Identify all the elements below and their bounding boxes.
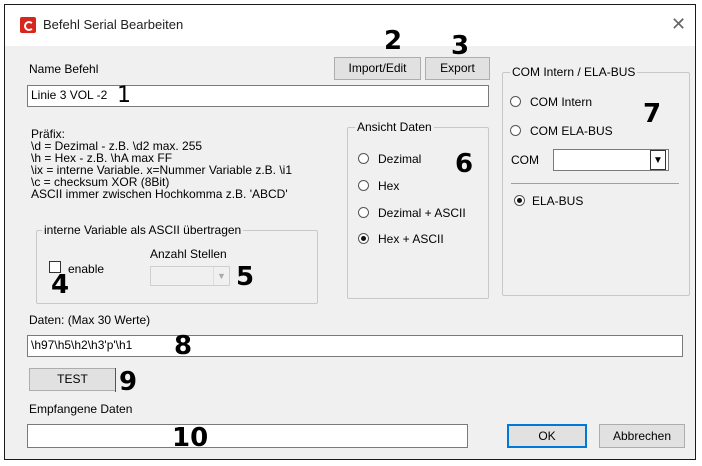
radio-com-intern-label: COM Intern [530,95,593,109]
radio-hex-ascii-label: Hex + ASCII [378,232,444,246]
title-bar: Befehl Serial Bearbeiten ✕ [4,4,696,46]
radio-ela-bus-label: ELA-BUS [532,194,584,208]
received-label: Empfangene Daten [29,402,133,416]
radio-dezimal-ascii[interactable] [358,207,369,218]
digits-combo[interactable]: ▼ [150,266,230,286]
divider [511,183,679,184]
divider [115,368,116,392]
radio-com-ela-bus[interactable] [510,125,521,136]
radio-dezimal-ascii-label: Dezimal + ASCII [378,206,466,220]
com-port-select[interactable]: ▼ [553,149,669,171]
view-group-label: Ansicht Daten [355,120,434,134]
annotation-2: 2 [384,26,403,56]
radio-hex-label: Hex [378,179,400,193]
enable-label: enable [68,262,105,276]
annotation-10: 10 [172,423,209,453]
annotation-6: 6 [455,149,474,179]
chevron-down-icon[interactable]: ▼ [213,267,229,285]
data-label: Daten: (Max 30 Werte) [29,313,151,327]
digits-label: Anzahl Stellen [150,247,227,261]
radio-hex[interactable] [358,180,369,191]
annotation-5: 5 [236,262,255,292]
radio-hex-ascii[interactable] [358,233,369,244]
annotation-3: 3 [451,31,470,61]
import-edit-button[interactable]: Import/Edit [334,57,421,80]
radio-com-ela-bus-label: COM ELA-BUS [530,124,613,138]
radio-ela-bus[interactable] [514,195,525,206]
annotation-4: 4 [51,270,70,300]
ok-button[interactable]: OK [507,424,587,448]
radio-dezimal[interactable] [358,153,369,164]
received-input[interactable] [27,424,468,448]
radio-dezimal-label: Dezimal [378,152,422,166]
help-line: ASCII immer zwischen Hochkomma z.B. 'ABC… [31,187,288,201]
com-label: COM [511,153,539,167]
chevron-down-icon[interactable]: ▼ [650,150,666,170]
annotation-1: 1 [117,83,131,108]
annotation-7: 7 [643,99,662,129]
app-icon [20,17,36,33]
intern-var-group-label: interne Variable als ASCII übertragen [42,223,244,237]
annotation-9: 9 [119,367,138,397]
data-input[interactable]: \h97\h5\h2\h3'p'\h1 [27,335,683,357]
prefix-help-text: Präfix: \d = Dezimal - z.B. \d2 max. 255… [31,128,292,200]
window-title: Befehl Serial Bearbeiten [43,17,184,32]
com-group-label: COM Intern / ELA-BUS [510,65,638,79]
name-label: Name Befehl [29,62,99,76]
radio-com-intern[interactable] [510,96,521,107]
name-input[interactable]: Linie 3 VOL -2 [27,85,489,107]
test-button[interactable]: TEST [29,368,116,391]
cancel-button[interactable]: Abbrechen [599,424,685,448]
annotation-8: 8 [174,331,193,361]
close-icon[interactable]: ✕ [671,15,686,33]
